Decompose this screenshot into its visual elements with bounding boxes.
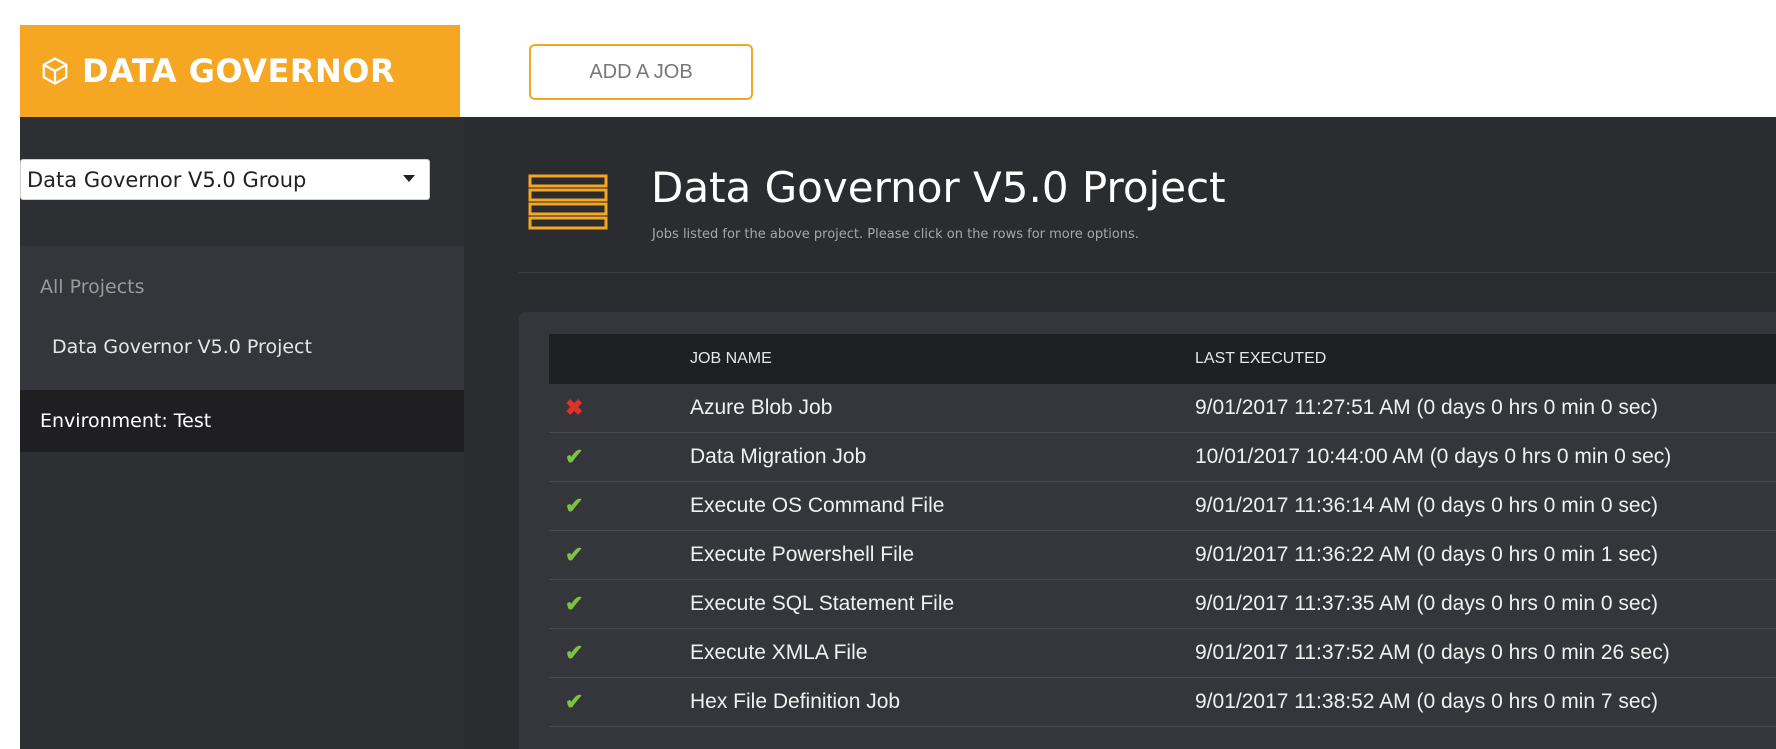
table-row[interactable]: ✔ Data Migration Job 10/01/2017 10:44:00 A… bbox=[549, 432, 1776, 482]
job-name-cell: Execute XMLA File bbox=[690, 628, 1195, 678]
last-executed-cell: 9/01/2017 11:37:52 AM (0 days 0 hrs 0 mi… bbox=[1195, 628, 1776, 678]
last-executed-cell: 9/01/2017 11:38:52 AM (0 days 0 hrs 0 mi… bbox=[1195, 677, 1776, 727]
table-header-row: JOB NAME LAST EXECUTED bbox=[549, 334, 1776, 384]
main-content: Data Governor V5.0 Project Jobs listed f… bbox=[464, 117, 1776, 749]
checkmark-icon: ✔ bbox=[565, 444, 584, 469]
job-name-cell: Azure Blob Job bbox=[690, 384, 1195, 433]
jobs-table-panel: JOB NAME LAST EXECUTED ✖ Azure Blob Job 9/… bbox=[519, 312, 1776, 749]
status-cell: ✖ bbox=[549, 384, 690, 433]
status-cell: ✔ bbox=[549, 628, 690, 678]
page-subtitle: Jobs listed for the above project. Pleas… bbox=[652, 227, 1139, 242]
brand-logo: DATA GOVERNOR bbox=[20, 25, 460, 117]
status-cell: ✔ bbox=[549, 432, 690, 482]
table-row[interactable]: ✔ Execute SQL Statement File 9/01/2017 11:… bbox=[549, 579, 1776, 629]
all-projects-label[interactable]: All Projects bbox=[40, 276, 145, 298]
checkmark-icon: ✔ bbox=[565, 689, 584, 714]
caret-down-icon bbox=[403, 175, 415, 182]
job-name-cell: Execute SQL Statement File bbox=[690, 579, 1195, 629]
last-executed-cell: 10/01/2017 10:44:00 AM (0 days 0 hrs 0 m… bbox=[1195, 432, 1776, 482]
checkmark-icon: ✔ bbox=[565, 640, 584, 665]
list-bars-icon bbox=[528, 174, 608, 230]
cross-icon: ✖ bbox=[565, 395, 584, 420]
last-executed-cell: 9/01/2017 11:36:14 AM (0 days 0 hrs 0 mi… bbox=[1195, 481, 1776, 531]
checkmark-icon: ✔ bbox=[565, 493, 584, 518]
status-cell: ✔ bbox=[549, 579, 690, 629]
last-executed-cell: 9/01/2017 11:27:51 AM (0 days 0 hrs 0 mi… bbox=[1195, 384, 1776, 433]
column-header-last-executed[interactable]: LAST EXECUTED bbox=[1195, 334, 1776, 384]
brand-name: DATA GOVERNOR bbox=[82, 52, 396, 90]
environment-bar: Environment: Test bbox=[20, 390, 464, 452]
divider bbox=[519, 272, 1776, 273]
checkmark-icon: ✔ bbox=[565, 591, 584, 616]
sidebar: Data Governor V5.0 Group All Projects Da… bbox=[20, 117, 464, 749]
status-cell: ✔ bbox=[549, 677, 690, 727]
status-cell: ✔ bbox=[549, 530, 690, 580]
column-header-job-name[interactable]: JOB NAME bbox=[690, 334, 1195, 384]
job-name-cell: Hex File Definition Job bbox=[690, 677, 1195, 727]
last-executed-cell: 9/01/2017 11:36:22 AM (0 days 0 hrs 0 mi… bbox=[1195, 530, 1776, 580]
table-row[interactable]: ✔ Execute OS Command File 9/01/2017 11:36:… bbox=[549, 481, 1776, 531]
cube-icon bbox=[42, 57, 68, 85]
status-cell: ✔ bbox=[549, 481, 690, 531]
table-row[interactable]: ✖ Azure Blob Job 9/01/2017 11:27:51 AM (0 … bbox=[549, 384, 1776, 433]
table-row[interactable]: ✔ Hex File Definition Job 9/01/2017 11:38:… bbox=[549, 677, 1776, 727]
job-name-cell: Execute Powershell File bbox=[690, 530, 1195, 580]
group-select[interactable]: Data Governor V5.0 Group bbox=[20, 159, 430, 200]
environment-label: Environment: Test bbox=[40, 410, 212, 432]
group-select-value: Data Governor V5.0 Group bbox=[27, 167, 307, 192]
add-job-button[interactable]: ADD A JOB bbox=[529, 44, 753, 100]
table-row[interactable]: ✔ Execute Powershell File 9/01/2017 11:36:… bbox=[549, 530, 1776, 580]
projects-panel: All Projects Data Governor V5.0 Project bbox=[20, 246, 464, 390]
column-header-status bbox=[549, 334, 690, 384]
job-name-cell: Data Migration Job bbox=[690, 432, 1195, 482]
jobs-table: JOB NAME LAST EXECUTED ✖ Azure Blob Job 9/… bbox=[549, 334, 1776, 727]
checkmark-icon: ✔ bbox=[565, 542, 584, 567]
table-row[interactable]: ✔ Execute XMLA File 9/01/2017 11:37:52 AM … bbox=[549, 628, 1776, 678]
sidebar-item-project[interactable]: Data Governor V5.0 Project bbox=[52, 336, 312, 358]
page-title: Data Governor V5.0 Project bbox=[651, 163, 1226, 212]
job-name-cell: Execute OS Command File bbox=[690, 481, 1195, 531]
last-executed-cell: 9/01/2017 11:37:35 AM (0 days 0 hrs 0 mi… bbox=[1195, 579, 1776, 629]
